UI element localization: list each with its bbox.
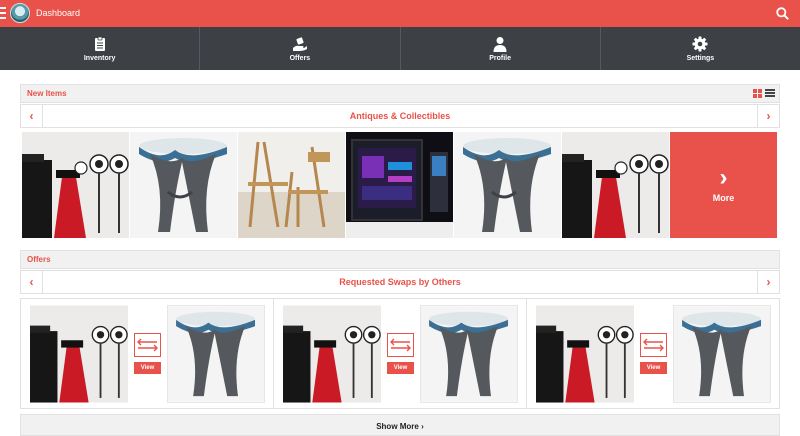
view-offer-button[interactable]: View xyxy=(640,362,667,374)
nav-profile-label: Profile xyxy=(489,54,512,62)
offers-header: Offers xyxy=(20,250,780,269)
item-thumb-speakers-2[interactable] xyxy=(562,132,669,238)
chevron-right-icon: › xyxy=(719,164,728,191)
offer-item-sculpture-image[interactable] xyxy=(420,305,518,403)
clipboard-icon xyxy=(94,36,105,51)
swap-icon xyxy=(134,333,161,357)
more-label: More xyxy=(712,193,735,203)
page-title: Dashboard xyxy=(36,8,81,18)
offers-next-button[interactable]: › xyxy=(757,271,779,293)
item-thumb-computer[interactable] xyxy=(346,132,453,238)
swap-icon xyxy=(387,333,414,357)
top-bar: Dashboard xyxy=(0,0,800,27)
more-items-button[interactable]: › More xyxy=(670,132,777,238)
nav-inventory[interactable]: Inventory xyxy=(0,27,201,70)
nav-inventory-label: Inventory xyxy=(83,54,116,62)
nav-profile[interactable]: Profile xyxy=(401,27,601,70)
nav-offers[interactable]: Offers xyxy=(200,27,401,70)
offer-card: View xyxy=(21,299,274,408)
offers-prev-button[interactable]: ‹ xyxy=(21,271,43,293)
menu-icon[interactable] xyxy=(0,7,6,19)
offer-item-sculpture-image[interactable] xyxy=(673,305,771,403)
new-items-category-bar: ‹ Antiques & Collectibles › xyxy=(20,104,780,128)
item-thumb-speakers[interactable] xyxy=(22,132,129,238)
computer-image xyxy=(346,132,453,238)
view-offer-button[interactable]: View xyxy=(387,362,414,374)
show-more-label: Show More xyxy=(376,422,419,431)
offer-item-speakers-image[interactable] xyxy=(536,305,634,403)
view-offer-button[interactable]: View xyxy=(134,362,161,374)
offer-card: View xyxy=(527,299,779,408)
person-icon xyxy=(493,36,507,52)
offers-title: Offers xyxy=(27,255,51,264)
nav-settings-label: Settings xyxy=(686,54,715,62)
item-thumb-chair[interactable] xyxy=(238,132,345,238)
category-next-button[interactable]: › xyxy=(757,105,779,127)
offer-item-speakers-image[interactable] xyxy=(283,305,381,403)
nav-offers-label: Offers xyxy=(289,54,311,62)
category-prev-button[interactable]: ‹ xyxy=(21,105,43,127)
item-thumb-sculpture-2[interactable] xyxy=(454,132,561,238)
sculpture-image xyxy=(454,132,561,238)
offer-item-sculpture-image[interactable] xyxy=(167,305,265,403)
offer-item-speakers-image[interactable] xyxy=(30,305,128,403)
swap-icon xyxy=(640,333,667,357)
view-toggle xyxy=(753,89,775,98)
offers-list: View View View xyxy=(20,298,780,409)
nav-settings[interactable]: Settings xyxy=(601,27,800,70)
offer-card: View xyxy=(274,299,527,408)
chair-image xyxy=(238,132,345,238)
new-items-header: New Items xyxy=(20,84,780,103)
gear-icon xyxy=(692,36,708,51)
list-view-icon[interactable] xyxy=(765,89,775,98)
search-icon[interactable] xyxy=(776,7,789,20)
offers-category-bar: ‹ Requested Swaps by Others › xyxy=(20,270,780,294)
app-logo[interactable] xyxy=(10,3,30,23)
new-items-strip: › More xyxy=(22,132,777,238)
chevron-right-icon: › xyxy=(421,422,424,431)
main-nav: Inventory Offers Profile Settings xyxy=(0,27,800,70)
offer-hand-icon xyxy=(292,36,307,51)
speakers-image xyxy=(22,132,129,238)
sculpture-image xyxy=(130,132,237,238)
grid-view-icon[interactable] xyxy=(753,89,762,98)
new-items-title: New Items xyxy=(27,89,67,98)
speakers-image xyxy=(562,132,669,238)
item-thumb-sculpture[interactable] xyxy=(130,132,237,238)
category-name[interactable]: Antiques & Collectibles xyxy=(43,111,757,121)
offers-category-name[interactable]: Requested Swaps by Others xyxy=(43,277,757,287)
